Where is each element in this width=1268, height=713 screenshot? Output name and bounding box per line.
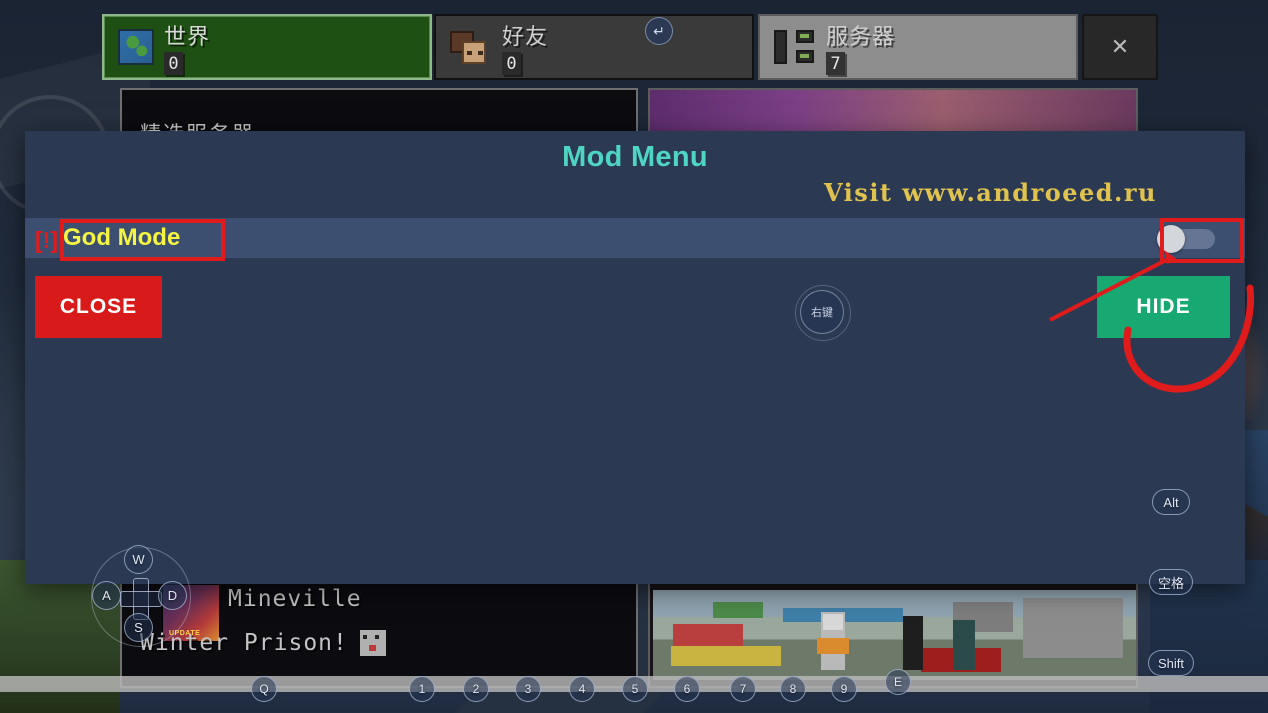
screen: ee 精选服务器 UPDATE Mineville Winter Prison!… [0,0,1268,713]
annotation-arrows [1049,250,1255,393]
